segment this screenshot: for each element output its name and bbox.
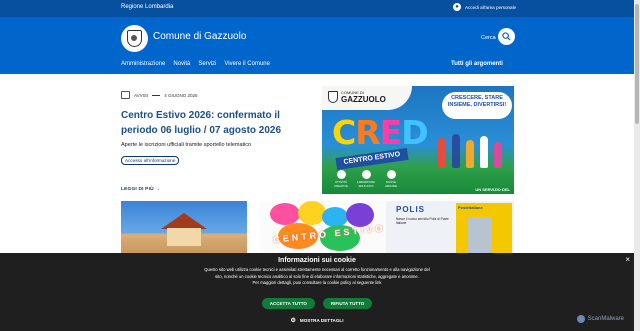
hero-speech-bubble: CRESCERE, STARE INSIEME, DIVERTIRSI! bbox=[442, 92, 512, 119]
hero-logo: COMUNE DI GAZZUOLO bbox=[328, 90, 386, 104]
crest-icon bbox=[127, 30, 142, 47]
watermark-logo-icon bbox=[576, 315, 585, 323]
book-icon bbox=[361, 170, 371, 179]
user-icon: ● bbox=[453, 3, 461, 11]
cookie-title: Informazioni sui cookie bbox=[278, 257, 356, 264]
cred-letter: E bbox=[379, 113, 403, 152]
cred-letter: C bbox=[332, 113, 356, 152]
service-item: ATTIVITÀ CREATIVE bbox=[332, 170, 350, 188]
cred-letter: D bbox=[401, 113, 428, 152]
nav-item-news[interactable]: Novità bbox=[173, 61, 190, 67]
news-category: AVVISI bbox=[134, 92, 149, 98]
main-nav: Amministrazione Novità Servizi Vivere il… bbox=[121, 61, 270, 67]
house-illustration bbox=[161, 213, 207, 246]
crest-icon bbox=[328, 91, 338, 103]
poste-sign: Posteitaliane bbox=[458, 205, 483, 210]
cookie-body-text: Questo sito web utilizza cookie tecnici … bbox=[204, 267, 430, 279]
letter: T bbox=[300, 231, 309, 242]
letter: E bbox=[333, 227, 343, 239]
service-caption: LABORATORI EDUCATIVI bbox=[357, 180, 375, 188]
calendar-icon bbox=[121, 91, 130, 99]
friends-icon bbox=[386, 170, 396, 179]
news-title[interactable]: Centro Estivo 2026: confermato il period… bbox=[121, 108, 311, 138]
news-tag[interactable]: Accesso all'informazione bbox=[121, 156, 180, 165]
hero-image[interactable]: COMUNE DI GAZZUOLO CRESCERE, STARE INSIE… bbox=[322, 86, 514, 194]
region-link[interactable]: Regione Lombardia bbox=[121, 4, 173, 10]
news-meta: AVVISI 4 GIUGNO 2026 bbox=[121, 91, 197, 99]
news-date: 4 GIUGNO 2026 bbox=[164, 92, 198, 98]
personal-area-link[interactable]: ● Accedi all'area personale bbox=[453, 3, 516, 11]
accept-all-button[interactable]: ACCETTA TUTTO bbox=[261, 298, 315, 309]
main-header: Comune di Gazzuolo Cerca Amministrazione… bbox=[0, 17, 640, 74]
letter: O bbox=[374, 223, 384, 235]
personal-area-label: Accedi all'area personale bbox=[465, 4, 517, 10]
nav-item-administration[interactable]: Amministrazione bbox=[121, 61, 165, 67]
nav-item-services[interactable]: Servizi bbox=[198, 61, 216, 67]
nav-item-living[interactable]: Vivere il Comune bbox=[224, 61, 270, 67]
separator bbox=[152, 94, 161, 96]
search-label: Cerca bbox=[481, 35, 496, 41]
running-kids-illustration bbox=[432, 126, 512, 181]
show-details-button[interactable]: ⚙ MOSTRA DETTAGLI bbox=[0, 317, 634, 324]
letter: E bbox=[282, 233, 291, 244]
hero-footer: UN SERVIZIO DEL bbox=[475, 187, 510, 192]
service-caption: NUOVE AMICIZIE bbox=[384, 180, 398, 188]
cookie-banner: × Informazioni sui cookie Questo sito we… bbox=[0, 253, 634, 331]
letter: S bbox=[342, 226, 351, 238]
letter: C bbox=[272, 234, 282, 245]
reject-all-button[interactable]: RIFIUTA TUTTO bbox=[322, 298, 373, 309]
search-button[interactable] bbox=[498, 28, 515, 45]
search-icon bbox=[502, 32, 511, 41]
municipality-logo[interactable] bbox=[121, 25, 148, 52]
gear-icon: ⚙ bbox=[290, 318, 296, 324]
page-scrollbar[interactable] bbox=[634, 0, 640, 331]
service-item: NUOVE AMICIZIE bbox=[382, 170, 400, 188]
watermark: ScanMalware bbox=[576, 315, 624, 323]
scrollbar-thumb[interactable] bbox=[635, 4, 639, 124]
card-image-centro-estivo[interactable]: CENTRO ESTIVO bbox=[260, 201, 386, 255]
hero-cred-logo: CRED bbox=[332, 113, 429, 152]
show-details-label: MOSTRA DETTAGLI bbox=[299, 318, 344, 323]
watermark-text: ScanMalware bbox=[587, 316, 624, 322]
all-topics-link[interactable]: Tutti gli argomenti bbox=[451, 61, 503, 67]
news-description: Aperte le iscrizioni ufficiali tramite s… bbox=[121, 142, 252, 148]
polis-title: POLIS bbox=[396, 205, 426, 214]
service-item: LABORATORI EDUCATIVI bbox=[357, 170, 375, 188]
post-office-door bbox=[468, 217, 492, 255]
read-more-link[interactable]: LEGGI DI PIÙ → bbox=[121, 187, 160, 192]
service-caption: ATTIVITÀ CREATIVE bbox=[334, 180, 348, 188]
cred-letter: R bbox=[355, 113, 380, 152]
top-bar: Regione Lombardia ● Accedi all'area pers… bbox=[0, 0, 640, 17]
cookie-buttons: ACCETTA TUTTO RIFIUTA TUTTO bbox=[0, 298, 634, 309]
site-title[interactable]: Comune di Gazzuolo bbox=[153, 31, 246, 42]
letter: V bbox=[365, 224, 374, 235]
polis-text: Nasce il nuovo servizio Polis di Poste I… bbox=[396, 217, 449, 226]
palette-icon bbox=[336, 170, 346, 179]
card-image-polis[interactable]: POLIS Nasce il nuovo servizio Polis di P… bbox=[386, 201, 514, 255]
hero-gazzuolo: GAZZUOLO bbox=[341, 95, 386, 104]
card-image-house[interactable] bbox=[121, 201, 247, 255]
hero-services: ATTIVITÀ CREATIVE LABORATORI EDUCATIVI N… bbox=[332, 170, 400, 188]
cookie-body: Questo sito web utilizza cookie tecnici … bbox=[200, 267, 434, 287]
cookie-policy-link[interactable]: Per maggiori dettagli, puoi consultare l… bbox=[253, 280, 382, 285]
